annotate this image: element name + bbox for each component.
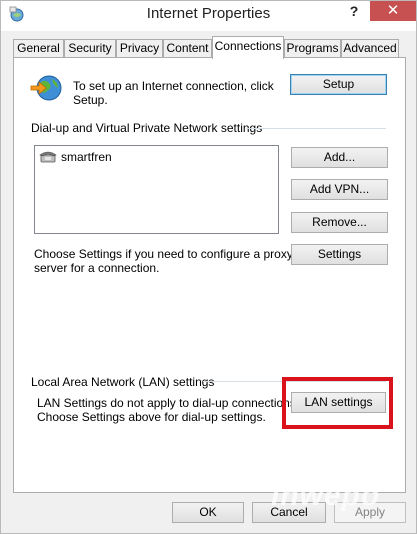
tab-advanced[interactable]: Advanced [341, 39, 399, 58]
close-button[interactable]: ✕ [370, 1, 416, 21]
tab-programs[interactable]: Programs [284, 39, 341, 58]
watermark: inwepo [271, 479, 381, 512]
setup-button[interactable]: Setup [290, 74, 387, 95]
lan-description: LAN Settings do not apply to dial-up con… [37, 396, 300, 424]
proxy-description: Choose Settings if you need to configure… [34, 247, 293, 275]
tab-content[interactable]: Content [163, 39, 212, 58]
dialup-group-divider [246, 128, 386, 129]
add-connection-button[interactable]: Add... [291, 147, 388, 168]
dialup-phone-icon [39, 151, 57, 163]
tab-privacy[interactable]: Privacy [116, 39, 163, 58]
tab-general[interactable]: General [13, 39, 64, 58]
tab-security[interactable]: Security [64, 39, 116, 58]
connection-name: smartfren [61, 150, 112, 164]
dialup-connections-list[interactable]: smartfren [34, 145, 279, 234]
tab-connections[interactable]: Connections [212, 36, 284, 59]
help-button[interactable]: ? [341, 1, 367, 23]
setup-description: To set up an Internet connection, click … [73, 79, 274, 107]
dialup-settings-button[interactable]: Settings [291, 244, 388, 265]
highlight-box [282, 377, 393, 429]
title-bar: Internet Properties ? ✕ [1, 1, 416, 31]
internet-properties-window: Internet Properties ? ✕ General Security… [0, 0, 417, 534]
lan-group-label: Local Area Network (LAN) settings [31, 375, 215, 389]
ok-button[interactable]: OK [172, 502, 244, 523]
internet-connection-globe-icon [30, 75, 62, 101]
add-vpn-button[interactable]: Add VPN... [291, 179, 388, 200]
dialup-group-label: Dial-up and Virtual Private Network sett… [31, 121, 263, 135]
remove-connection-button[interactable]: Remove... [291, 212, 388, 233]
tab-strip: General Security Privacy Content Connect… [13, 36, 408, 59]
